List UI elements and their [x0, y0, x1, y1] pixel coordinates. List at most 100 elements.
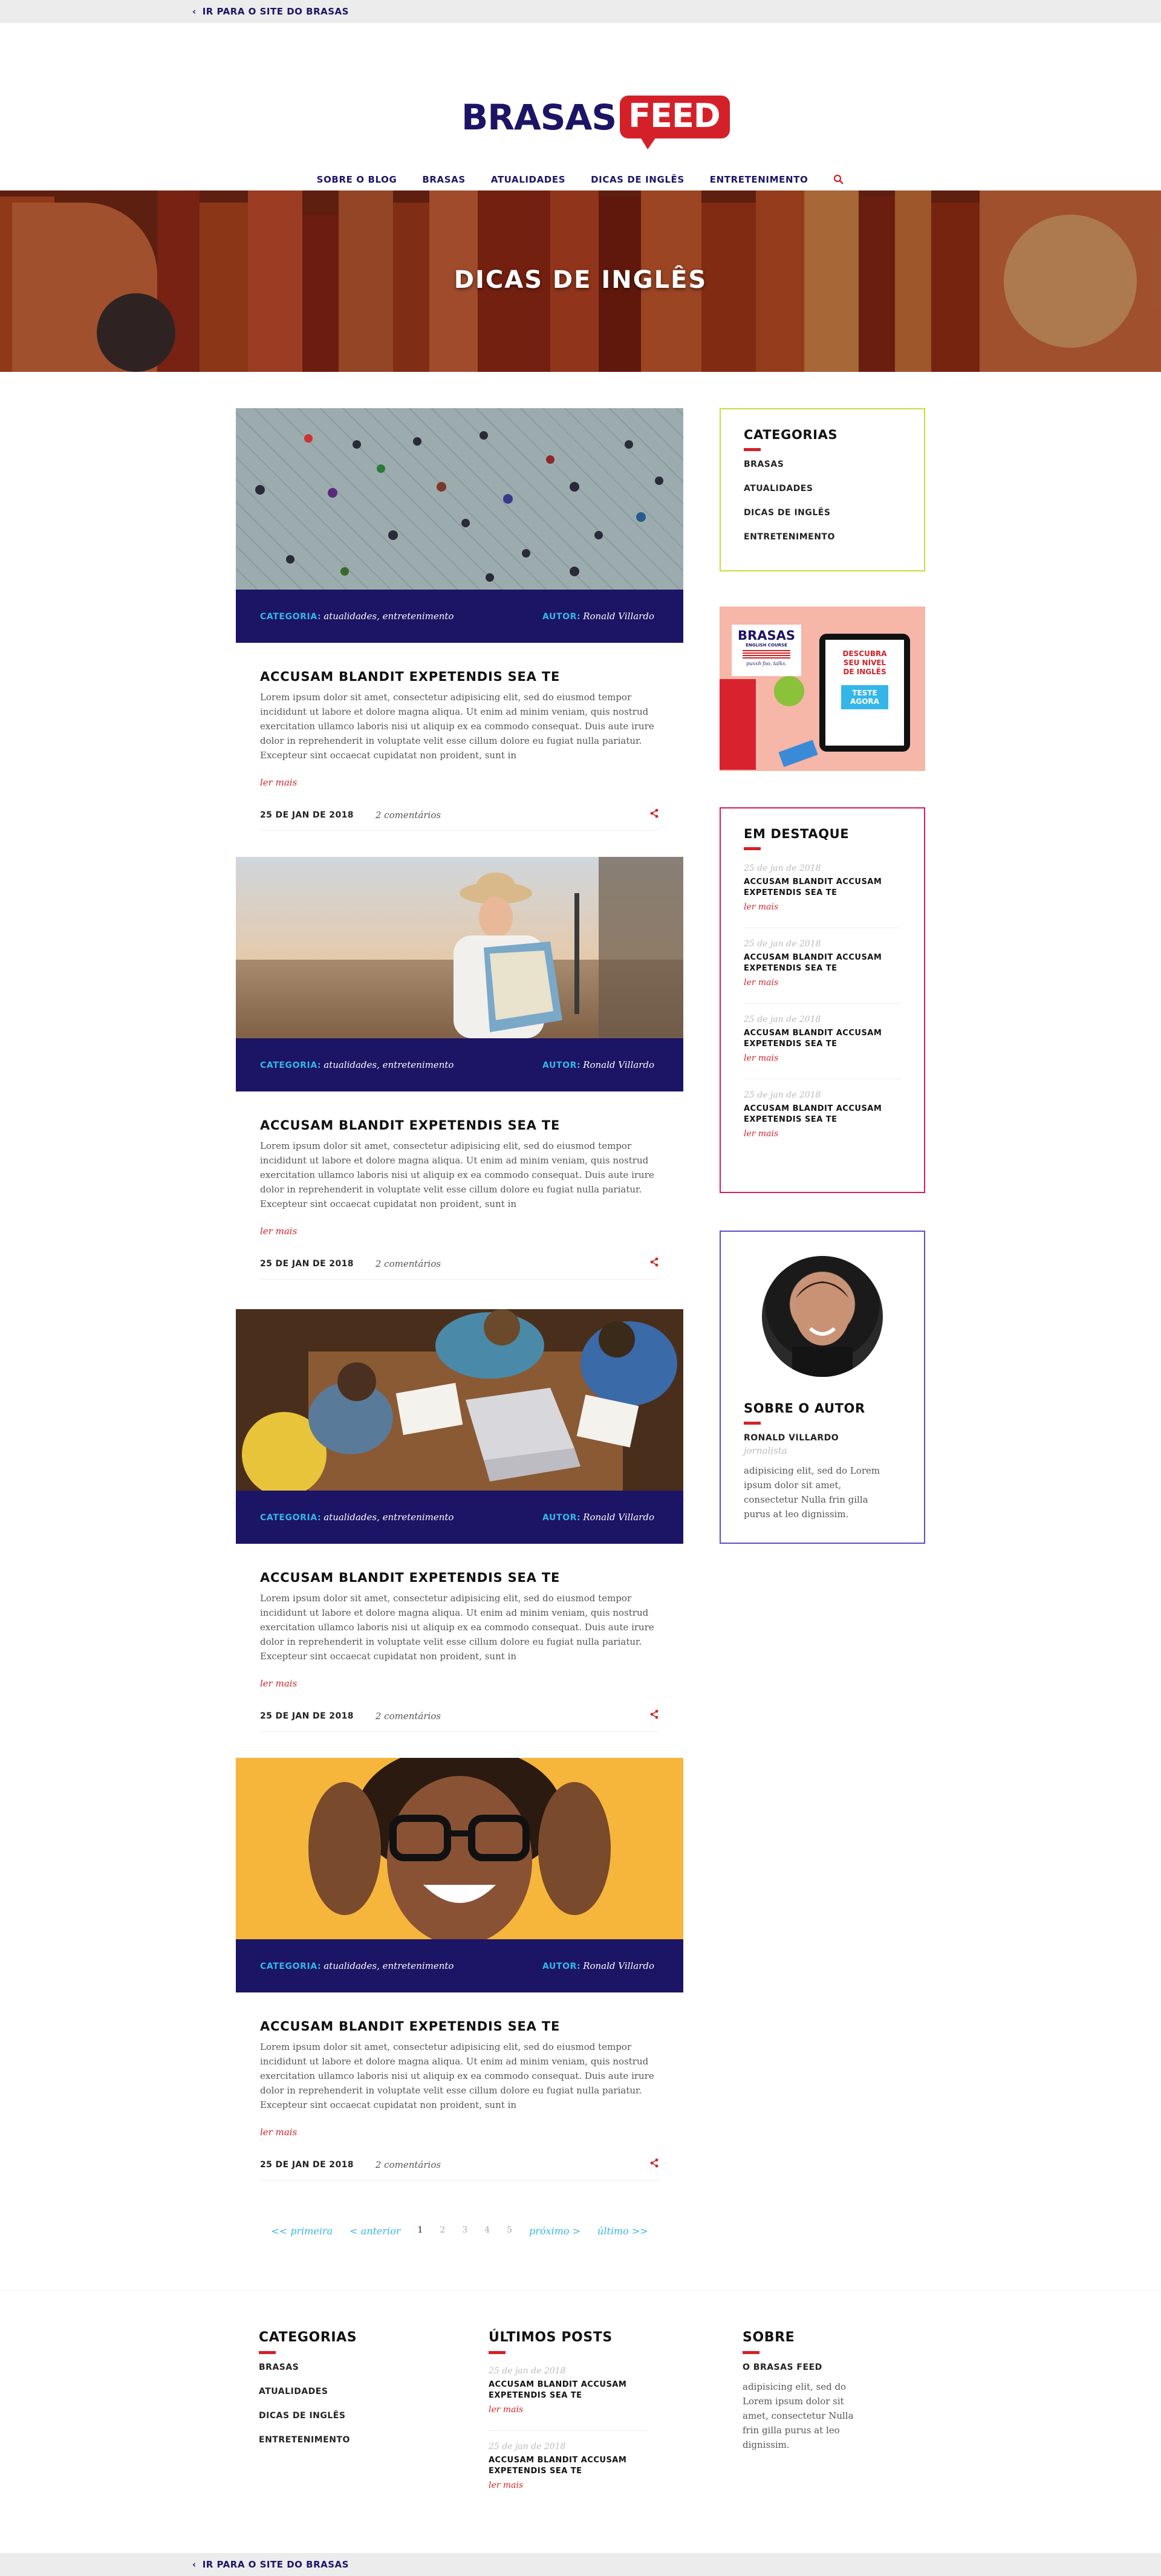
footer-category-atualidades[interactable]: ATUALIDADES — [259, 2387, 357, 2396]
sidebar-category-atualidades[interactable]: ATUALIDADES — [744, 484, 901, 493]
post-card: CATEGORIA: atualidades, entretenimento AU… — [236, 1309, 683, 1732]
footer-category-entretenimento[interactable]: ENTRETENIMENTO — [259, 2435, 357, 2445]
post-title[interactable]: ACCUSAM BLANDIT EXPETENDIS SEA TE — [260, 2019, 659, 2034]
top-bar: ‹ IR PARA O SITE DO BRASAS — [0, 0, 1161, 23]
featured-item: 25 de jan de 2018 ACCUSAM BLANDIT ACCUSA… — [744, 1004, 901, 1079]
author-role: jornalista — [744, 1445, 787, 1456]
ad-tablet: DESCUBRA SEU NÍVEL DE INGLÊS TESTE AGORA — [819, 634, 910, 752]
post-meta-bar: CATEGORIA: atualidades, entretenimento AU… — [236, 590, 683, 643]
nav-dicas-de-ingles[interactable]: DICAS DE INGLÊS — [591, 174, 685, 187]
footer-categories: CATEGORIAS BRASAS ATUALIDADES DICAS DE I… — [259, 2330, 357, 2445]
post-image-students[interactable] — [236, 1309, 683, 1491]
post-author: AUTOR: Ronald Villardo — [542, 611, 654, 622]
post-title[interactable]: ACCUSAM BLANDIT EXPETENDIS SEA TE — [260, 1118, 659, 1133]
pagination-first[interactable]: << primeira — [271, 2225, 333, 2237]
latest-post-item: 25 de jan de 2018 ACCUSAM BLANDIT ACCUSA… — [489, 2363, 646, 2431]
footer-category-dicas[interactable]: DICAS DE INGLÊS — [259, 2411, 357, 2421]
title-underline — [743, 2351, 759, 2354]
share-icon[interactable] — [649, 808, 659, 821]
featured-item: 25 de jan de 2018 ACCUSAM BLANDIT ACCUSA… — [744, 1090, 882, 1139]
brasas-feed-logo[interactable]: BRASAS FEED — [461, 96, 730, 149]
post-title[interactable]: ACCUSAM BLANDIT EXPETENDIS SEA TE — [260, 1570, 659, 1585]
sidebar-category-entretenimento[interactable]: ENTRETENIMENTO — [744, 532, 901, 542]
sidebar-author-title: SOBRE O AUTOR — [744, 1401, 865, 1416]
post-comments-link[interactable]: 2 comentários — [376, 1711, 441, 1722]
pagination-page[interactable]: 1 — [417, 2225, 423, 2237]
pagination-prev[interactable]: < anterior — [350, 2225, 400, 2237]
post-footer: 25 DE JAN DE 2018 2 comentários — [260, 2158, 659, 2181]
post-excerpt: Lorem ipsum dolor sit amet, consectetur … — [260, 1140, 654, 1209]
back-to-site-link[interactable]: ‹ IR PARA O SITE DO BRASAS — [192, 6, 349, 17]
nav-entretenimento[interactable]: ENTRETENIMENTO — [710, 174, 808, 187]
read-more-link[interactable]: ler mais — [260, 1678, 659, 1689]
pagination: << primeira < anterior 1 2 3 4 5 próximo… — [0, 2225, 919, 2237]
pagination-page[interactable]: 3 — [462, 2225, 467, 2237]
read-more-link[interactable]: ler mais — [260, 1226, 659, 1237]
post-meta-bar: CATEGORIA: atualidades, entretenimento AU… — [236, 1939, 683, 1992]
site-header: BRASAS FEED SOBRE O BLOG BRASAS ATUALIDA… — [0, 23, 1161, 190]
nav-brasas[interactable]: BRASAS — [422, 174, 465, 187]
sidebar-category-dicas[interactable]: DICAS DE INGLÊS — [744, 508, 901, 518]
share-icon[interactable] — [649, 2158, 659, 2171]
read-more-link[interactable]: ler mais — [260, 2127, 659, 2138]
post-footer: 25 DE JAN DE 2018 2 comentários — [260, 808, 659, 831]
post-image-woman-map[interactable] — [236, 857, 683, 1038]
post-comments-link[interactable]: 2 comentários — [376, 810, 441, 821]
pagination-next[interactable]: próximo > — [529, 2225, 580, 2237]
sidebar-author: SOBRE O AUTOR RONALD VILLARDO jornalista… — [720, 1231, 925, 1544]
footer-about-name: O BRASAS FEED — [743, 2363, 822, 2372]
hero-banner: DICAS DE INGLÊS — [0, 190, 1161, 372]
author-name[interactable]: RONALD VILLARDO — [744, 1433, 901, 1443]
post-image-crowd[interactable] — [236, 408, 683, 590]
footer-category-brasas[interactable]: BRASAS — [259, 2363, 357, 2372]
bottom-bar: ‹ IR PARA O SITE DO BRASAS — [0, 2553, 1161, 2576]
share-icon[interactable] — [649, 1709, 659, 1722]
post-card: CATEGORIA: atualidades, entretenimento AU… — [236, 408, 683, 831]
post-author: AUTOR: Ronald Villardo — [542, 1059, 654, 1070]
post-author: AUTOR: Ronald Villardo — [542, 1512, 654, 1523]
nav-atualidades[interactable]: ATUALIDADES — [491, 174, 565, 187]
footer-about: SOBRE O BRASAS FEED adipisicing elit, se… — [743, 2330, 900, 2452]
post-title[interactable]: ACCUSAM BLANDIT EXPETENDIS SEA TE — [260, 669, 659, 684]
featured-item: 25 de jan de 2018 ACCUSAM BLANDIT ACCUSA… — [744, 859, 901, 928]
post-excerpt: Lorem ipsum dolor sit amet, consectetur … — [260, 1593, 654, 1662]
post-meta-bar: CATEGORIA: atualidades, entretenimento AU… — [236, 1491, 683, 1544]
post-date: 25 DE JAN DE 2018 — [260, 1259, 354, 1269]
sidebar-ad-banner[interactable]: BRASAS ENGLISH COURSE puxxh foo, talks. … — [720, 607, 925, 771]
read-more-link[interactable]: ler mais — [260, 777, 659, 788]
ad-cta-button[interactable]: TESTE AGORA — [841, 685, 888, 709]
footer-latest-posts: ÚLTIMOS POSTS 25 de jan de 2018 ACCUSAM … — [489, 2330, 646, 2506]
featured-item: 25 de jan de 2018 ACCUSAM BLANDIT ACCUSA… — [744, 928, 901, 1004]
title-underline — [259, 2351, 276, 2354]
main-nav: SOBRE O BLOG BRASAS ATUALIDADES DICAS DE… — [0, 174, 1161, 187]
post-categories: CATEGORIA: atualidades, entretenimento — [260, 1960, 454, 1971]
search-icon[interactable] — [833, 174, 844, 187]
title-underline — [489, 2351, 506, 2354]
pagination-page[interactable]: 4 — [484, 2225, 490, 2237]
hero-title: DICAS DE INGLÊS — [454, 266, 707, 294]
back-to-site-link[interactable]: ‹ IR PARA O SITE DO BRASAS — [192, 2559, 349, 2570]
post-date: 25 DE JAN DE 2018 — [260, 2160, 354, 2170]
post-image-girl-glasses[interactable] — [236, 1758, 683, 1939]
author-avatar — [762, 1256, 883, 1377]
post-comments-link[interactable]: 2 comentários — [376, 2159, 441, 2170]
pagination-page[interactable]: 5 — [507, 2225, 512, 2237]
post-excerpt: Lorem ipsum dolor sit amet, consectetur … — [260, 2041, 654, 2110]
pagination-last[interactable]: último >> — [597, 2225, 648, 2237]
sidebar-categories: CATEGORIAS BRASAS ATUALIDADES DICAS DE I… — [720, 408, 925, 571]
post-date: 25 DE JAN DE 2018 — [260, 1711, 354, 1721]
share-icon[interactable] — [649, 1257, 659, 1270]
author-bio: adipisicing elit, sed do Lorem ipsum dol… — [744, 1465, 880, 1520]
post-excerpt: Lorem ipsum dolor sit amet, consectetur … — [260, 692, 654, 761]
post-categories: CATEGORIA: atualidades, entretenimento — [260, 1512, 454, 1523]
nav-sobre-o-blog[interactable]: SOBRE O BLOG — [317, 174, 397, 187]
title-underline — [744, 847, 761, 850]
sidebar-category-brasas[interactable]: BRASAS — [744, 460, 901, 469]
pagination-page[interactable]: 2 — [440, 2225, 445, 2237]
footer-about-text: adipisicing elit, sed do Lorem ipsum dol… — [743, 2381, 854, 2450]
sidebar-categories-title: CATEGORIAS — [744, 428, 838, 442]
ad-brand-card: BRASAS ENGLISH COURSE puxxh foo, talks. — [732, 625, 801, 676]
post-footer: 25 DE JAN DE 2018 2 comentários — [260, 1257, 659, 1280]
post-comments-link[interactable]: 2 comentários — [376, 1258, 441, 1269]
post-card: CATEGORIA: atualidades, entretenimento AU… — [236, 1758, 683, 2181]
